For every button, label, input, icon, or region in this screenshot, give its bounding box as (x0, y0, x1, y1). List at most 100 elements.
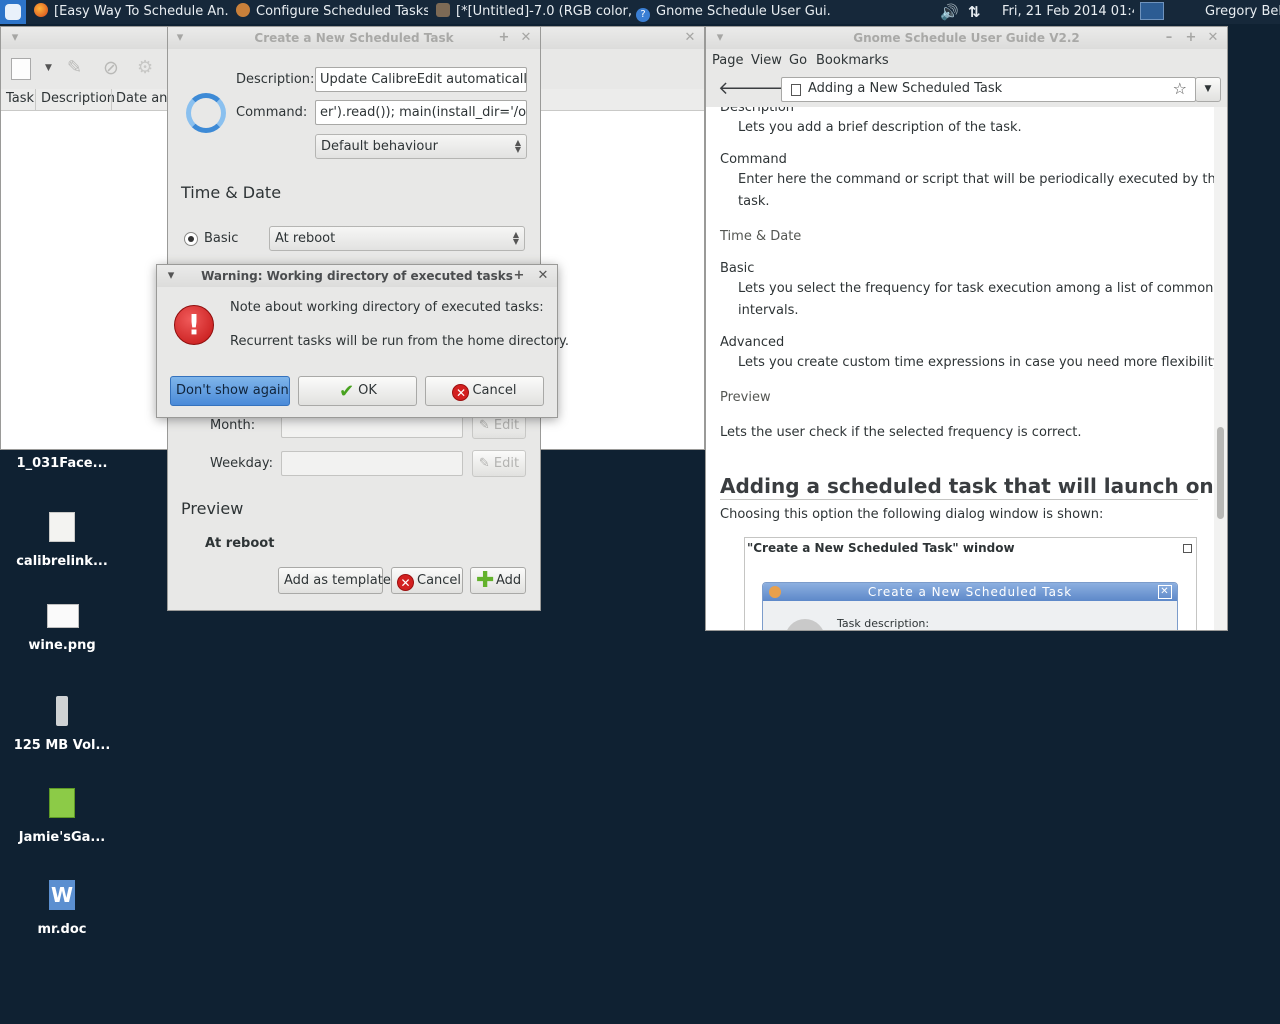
clock[interactable]: Fri, 21 Feb 2014 01:44 (1002, 0, 1134, 24)
cancel-button[interactable]: ✕ Cancel (391, 567, 463, 594)
desktop-icon-jamies[interactable]: Jamie'sGa... (2, 788, 122, 850)
edit-icon: ✎ (478, 418, 490, 433)
close-icon[interactable]: ✕ (535, 265, 551, 287)
figure-window-titlebar: Create a New Scheduled Task ✕ (763, 583, 1177, 601)
dropdown-icon[interactable]: ▼ (45, 63, 52, 73)
preview-value: At reboot (205, 536, 275, 551)
location-bar[interactable]: Adding a New Scheduled Task ☆ (781, 77, 1196, 102)
preview-term: Preview (720, 390, 771, 405)
window-menu-icon[interactable]: ▾ (7, 27, 23, 49)
figure-frame: "Create a New Scheduled Task" window Cre… (744, 537, 1197, 630)
expand-figure-icon[interactable] (1183, 544, 1192, 553)
refresh-icon (186, 93, 226, 133)
schedule-icon (769, 586, 781, 598)
close-icon[interactable]: ✕ (518, 27, 534, 49)
basic-text-2: intervals. (738, 303, 799, 318)
window-menu-icon[interactable]: ▾ (172, 27, 188, 49)
menu-go[interactable]: Go (789, 53, 807, 68)
command-term: Command (720, 152, 787, 167)
figure-cut-text: Task description: (837, 617, 930, 630)
help-content: Description Lets you add a brief descrip… (706, 107, 1227, 630)
menu-page[interactable]: Page (712, 53, 743, 68)
warning-title: Warning: Working directory of executed t… (201, 269, 513, 283)
basic-text-1: Lets you select the frequency for task e… (738, 281, 1214, 296)
ok-button[interactable]: ✔ OK (298, 376, 417, 406)
advanced-text: Lets you create custom time expressions … (738, 355, 1223, 370)
menu-view[interactable]: View (751, 53, 782, 68)
volume-icon[interactable]: 🔊 (940, 0, 962, 24)
desktop-icon-wine[interactable]: wine.png (2, 604, 122, 656)
weekday-edit-button[interactable]: ✎ Edit (472, 450, 526, 477)
close-icon[interactable]: ✕ (682, 27, 698, 49)
taskbar-item-browser[interactable]: [Easy Way To Schedule An... (34, 0, 230, 24)
time-date-heading: Time & Date (181, 183, 282, 202)
minimize-icon[interactable]: – (1161, 27, 1177, 49)
taskbar-item-gimp[interactable]: [*[Untitled]-7.0 (RGB color,... (436, 0, 632, 24)
taskbar-item-help[interactable]: ? Gnome Schedule User Gui... (636, 0, 832, 24)
figure-screenshot: Create a New Scheduled Task ✕ Task descr… (762, 582, 1178, 630)
settings-icon[interactable]: ⚙ (137, 57, 153, 78)
weekday-input[interactable] (281, 451, 463, 476)
bookmark-star-icon[interactable]: ☆ (1173, 79, 1187, 98)
scrollbar-thumb[interactable] (1217, 427, 1224, 519)
warning-line-1: Note about working directory of executed… (230, 300, 544, 315)
schedule-icon (236, 3, 250, 17)
spin-arrows-icon: ▲ ▼ (514, 138, 521, 154)
description-input[interactable]: Update CalibreEdit automatically (315, 67, 527, 92)
close-icon[interactable]: ✕ (1205, 27, 1221, 49)
ebook-icon (49, 788, 75, 818)
close-icon: ✕ (1158, 585, 1172, 599)
dont-show-again-button[interactable]: Don't show again (170, 376, 290, 406)
desktop-icon-mrdoc[interactable]: W mr.doc (2, 880, 122, 942)
delete-icon[interactable]: ⊘ (103, 57, 119, 79)
column-divider (111, 89, 112, 111)
column-divider (35, 89, 36, 111)
maximize-icon[interactable]: + (511, 265, 527, 287)
cancel-icon: ✕ (397, 574, 414, 591)
help-window-title: Gnome Schedule User Guide V2.2 (853, 31, 1080, 45)
vertical-scrollbar[interactable] (1214, 107, 1227, 630)
edit-icon[interactable]: ✎ (67, 57, 82, 78)
column-description[interactable]: Description (41, 91, 115, 106)
month-label: Month: (210, 418, 256, 433)
maximize-icon[interactable]: + (496, 27, 512, 49)
basic-label: Basic (204, 231, 239, 246)
radio-dot-icon (188, 236, 194, 242)
text-file-icon (49, 512, 75, 542)
window-title: Create a New Scheduled Task (254, 31, 454, 45)
new-task-icon[interactable] (11, 58, 31, 80)
location-dropdown-button[interactable]: ▼ (1195, 77, 1221, 102)
network-icon[interactable]: ⇅ (968, 0, 990, 24)
preview-heading: Preview (181, 499, 244, 518)
cancel-button[interactable]: ✕ Cancel (425, 376, 544, 406)
help-titlebar: ▾ Gnome Schedule User Guide V2.2 – + ✕ (706, 27, 1227, 49)
description-label: Description: (236, 72, 315, 87)
xfce-mouse-icon (5, 4, 21, 20)
gimp-icon (436, 3, 450, 17)
maximize-icon[interactable]: + (1183, 27, 1199, 49)
desktop-icon-volume[interactable]: 125 MB Vol... (2, 696, 122, 758)
behaviour-select[interactable]: Default behaviour ▲ ▼ (315, 134, 527, 159)
command-input[interactable]: er').read()); main(install_dir='/opt')" (315, 100, 527, 125)
usb-drive-icon (56, 696, 68, 726)
add-as-template-button[interactable]: Add as template (278, 567, 391, 594)
app-menu-button[interactable] (0, 0, 26, 24)
window-menu-icon[interactable]: ▾ (712, 27, 728, 49)
workspace-switcher[interactable] (1140, 0, 1166, 24)
desktop-icon-calibrelink[interactable]: calibrelink... (2, 512, 122, 574)
column-task[interactable]: Task (6, 91, 34, 106)
menu-bookmarks[interactable]: Bookmarks (816, 53, 889, 68)
firefox-icon (34, 3, 48, 17)
user-menu[interactable]: Gregory Bell (1205, 0, 1280, 24)
basic-frequency-select[interactable]: At reboot ▲ ▼ (269, 226, 525, 251)
taskbar-item-configure-tasks[interactable]: Configure Scheduled Tasks (236, 0, 428, 24)
figure-icon (785, 619, 825, 630)
basic-radio[interactable] (184, 232, 198, 246)
word-document-icon: W (49, 880, 75, 910)
help-menubar: Page View Go Bookmarks (706, 49, 1227, 73)
add-button[interactable]: ✚ Add (470, 567, 526, 594)
window-menu-icon[interactable]: ▾ (163, 265, 179, 287)
desktop-icon-face[interactable]: 1_031Face... (2, 456, 122, 480)
command-text-1: Enter here the command or script that wi… (738, 172, 1227, 187)
preview-text: Lets the user check if the selected freq… (720, 425, 1082, 440)
